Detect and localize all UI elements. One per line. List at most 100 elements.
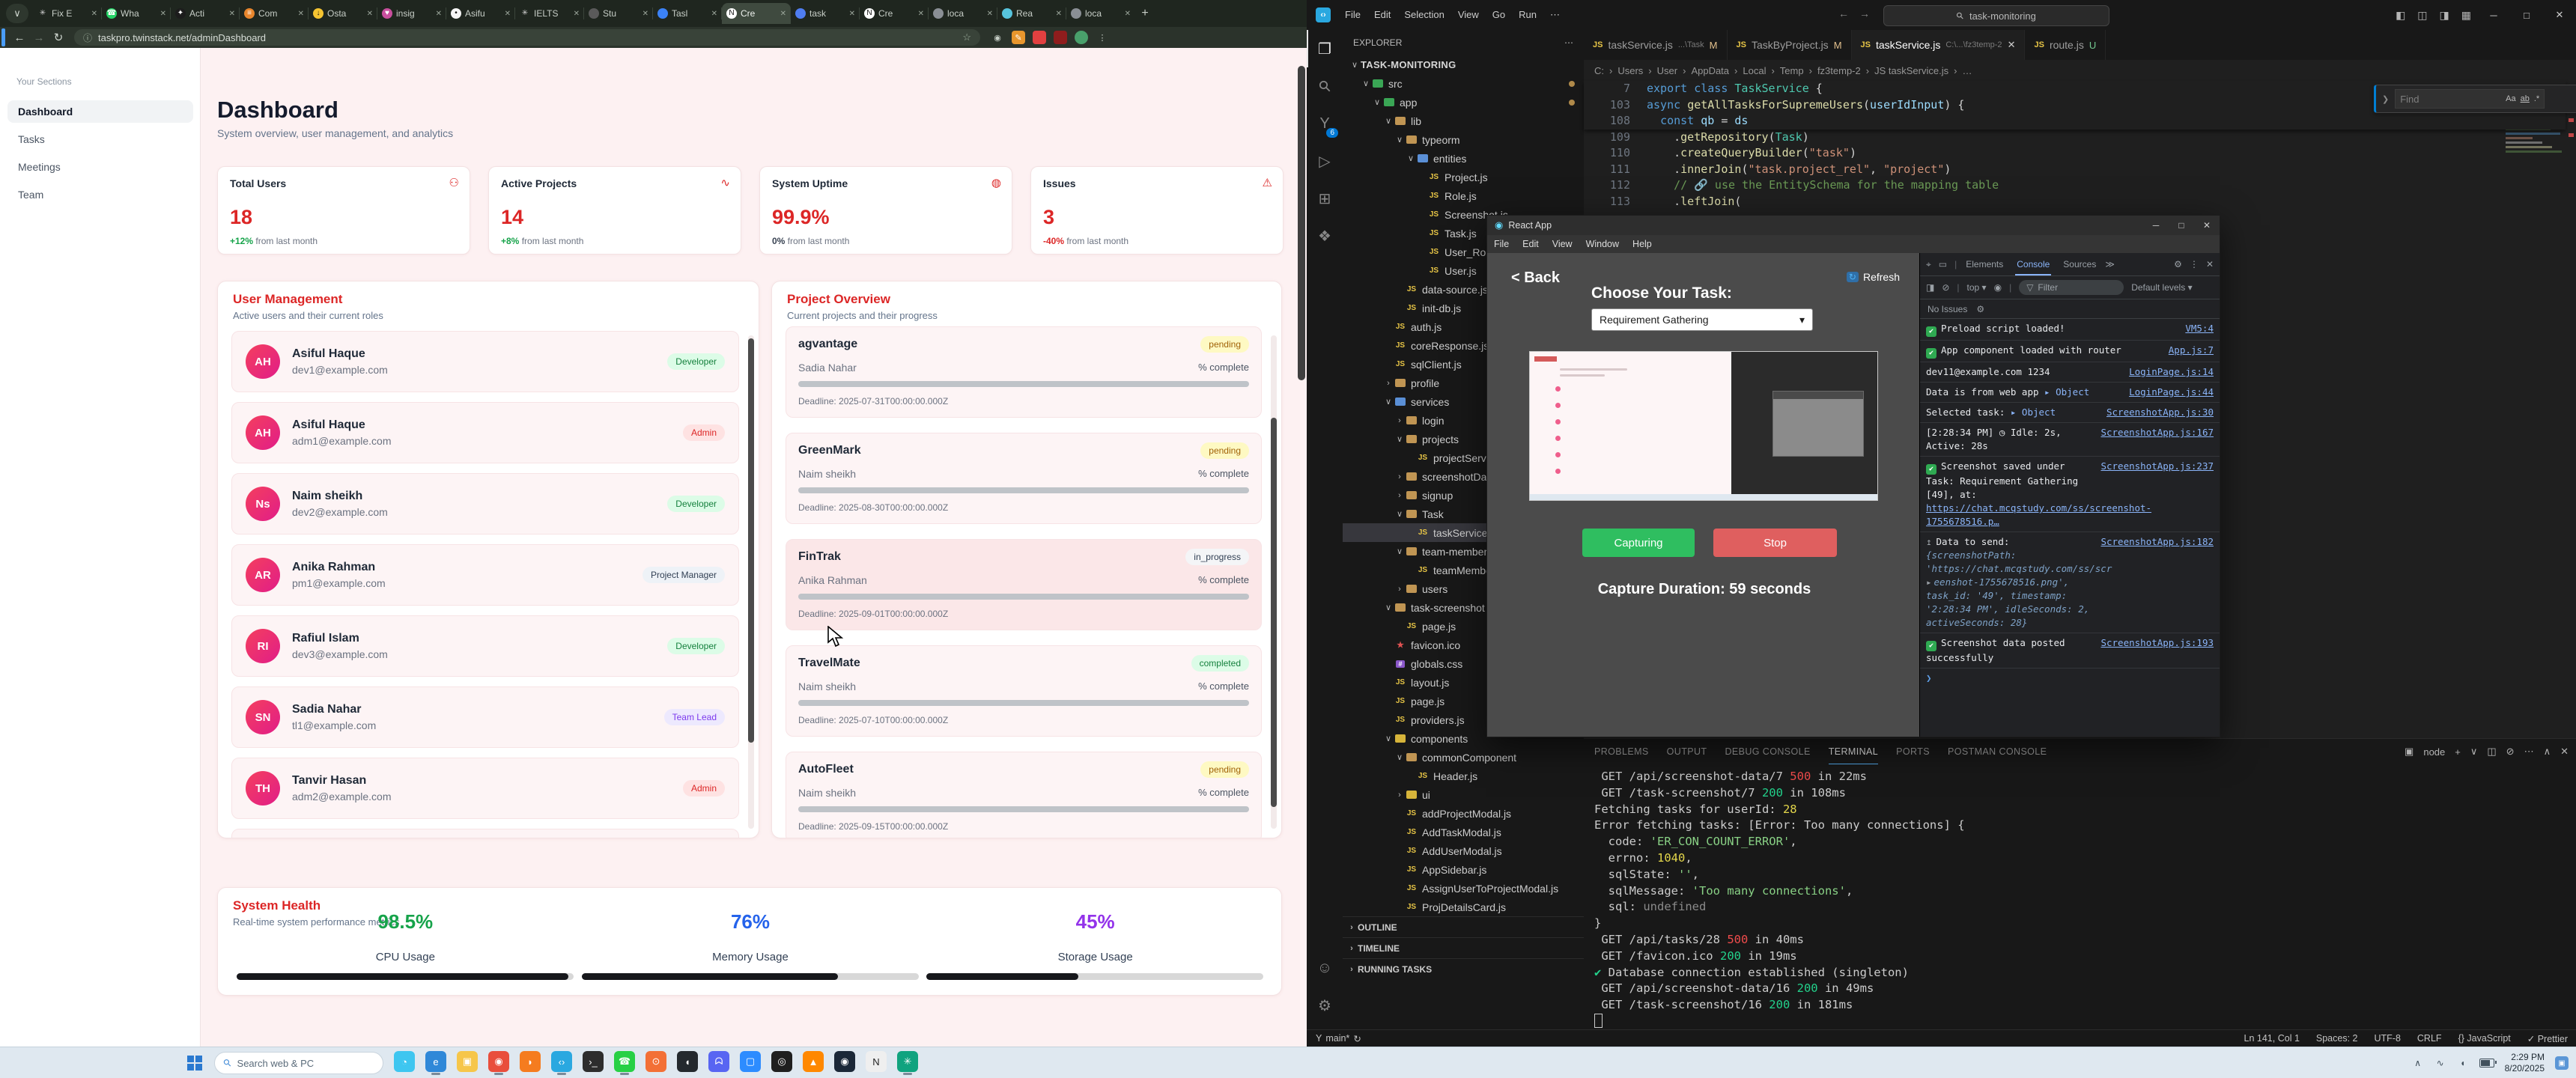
tree-item[interactable]: JSaddProjectModal.js	[1343, 804, 1584, 823]
taskbar-app-vlc[interactable]: ▲	[803, 1051, 824, 1072]
tab-close-button[interactable]: ✕	[987, 10, 993, 18]
source-link[interactable]: ScreenshotApp.js:193	[2100, 636, 2214, 650]
tab-close-button[interactable]: ✕	[505, 10, 511, 18]
terminal-dropdown-icon[interactable]: ∨	[2470, 746, 2478, 758]
battery-icon[interactable]	[2479, 1059, 2494, 1068]
sidebar-item-dashboard[interactable]: Dashboard	[7, 100, 193, 123]
panel-tab-output[interactable]: OUTPUT	[1667, 739, 1707, 764]
find-expand-icon[interactable]: ❯	[2382, 94, 2389, 104]
maximize-button[interactable]: □	[2510, 10, 2543, 21]
taskbar-app-firefox[interactable]: ◗	[520, 1051, 541, 1072]
branch-indicator[interactable]: Y main* ↻	[1316, 1033, 1361, 1044]
source-link[interactable]: LoginPage.js:14	[2129, 365, 2214, 379]
network-icon[interactable]: ∿	[2434, 1057, 2446, 1069]
tree-item[interactable]: JSProjDetailsCard.js	[1343, 898, 1584, 916]
refresh-button[interactable]: ↻ Refresh	[1847, 271, 1900, 283]
user-card[interactable]: AHAsiful Haquedev1@example.comDeveloper	[231, 331, 739, 392]
user-list-scrollbar[interactable]	[748, 335, 754, 829]
remote-explorer-icon[interactable]: ❖	[1307, 217, 1343, 255]
browser-tab[interactable]: loca✕	[929, 3, 997, 24]
tree-item[interactable]: ›ui	[1343, 785, 1584, 804]
source-link[interactable]: LoginPage.js:44	[2129, 386, 2214, 399]
taskbar-app-obs[interactable]: ◎	[771, 1051, 792, 1072]
status-item[interactable]: ✓ Prettier	[2527, 1033, 2568, 1044]
browser-tab[interactable]: ≡Com✕	[240, 3, 309, 24]
browser-tab[interactable]: ↓Osta✕	[309, 3, 377, 24]
menu-run[interactable]: Run	[1512, 9, 1543, 21]
stop-button[interactable]: Stop	[1713, 529, 1837, 557]
editor-tab[interactable]: JStaskService.js...\TaskM	[1584, 30, 1728, 60]
user-card[interactable]: ARAnika Rahmanpm1@example.comProject Man…	[231, 544, 739, 606]
sidebar-item-meetings[interactable]: Meetings	[7, 156, 193, 178]
tab-close-button[interactable]: ✕	[849, 10, 855, 18]
browser-tab[interactable]: Stu✕	[584, 3, 653, 24]
devtools-tab-console[interactable]: Console	[2015, 253, 2051, 275]
tab-close-button[interactable]: ✕	[574, 10, 580, 18]
minimize-button[interactable]: ─	[2143, 220, 2169, 231]
taskbar-app-whatsapp[interactable]: ☎	[614, 1051, 635, 1072]
forward-button[interactable]: →	[29, 31, 49, 44]
back-button[interactable]: ←	[10, 31, 29, 44]
terminal-profile-label[interactable]: node	[2423, 746, 2445, 758]
browser-tab[interactable]: NCre✕	[860, 3, 929, 24]
toggle-sidebar-icon[interactable]: ◧	[2396, 9, 2405, 22]
sidebar-item-tasks[interactable]: Tasks	[7, 128, 193, 150]
source-link[interactable]: ScreenshotApp.js:182	[2100, 535, 2214, 549]
project-card[interactable]: FinTrakin_progressAnika Rahman% complete…	[786, 539, 1262, 630]
status-item[interactable]: {} JavaScript	[2458, 1033, 2511, 1044]
status-item[interactable]: CRLF	[2417, 1033, 2442, 1044]
source-link[interactable]: ScreenshotApp.js:167	[2100, 426, 2214, 439]
settings-gear-icon[interactable]: ⚙	[2174, 259, 2182, 270]
reload-button[interactable]: ↻	[49, 31, 68, 44]
panel-tab-ports[interactable]: PORTS	[1896, 739, 1930, 764]
menu-file[interactable]: File	[1338, 9, 1367, 21]
console-prompt[interactable]: ❯	[1920, 669, 2220, 687]
browser-tab[interactable]: •Asifu✕	[446, 3, 515, 24]
browser-tab[interactable]: task✕	[791, 3, 860, 24]
project-card[interactable]: TravelMatecompletedNaim sheikh% complete…	[786, 645, 1262, 737]
reader-eye-icon[interactable]: ◉	[991, 31, 1004, 44]
profile-avatar[interactable]	[1075, 31, 1088, 44]
taskbar-app-zoom[interactable]: ▢	[740, 1051, 761, 1072]
device-toolbar-icon[interactable]: ▭	[1939, 259, 1947, 270]
match-case-icon[interactable]: Aa	[2506, 94, 2515, 103]
editor-tab[interactable]: JStaskService.jsC:\...\fz3temp-2✕	[1852, 30, 2026, 60]
maximize-panel-icon[interactable]: ∧	[2544, 746, 2551, 758]
console-url-link[interactable]: https://chat.mcqstudy.com/ss/screenshot-…	[1926, 502, 2094, 529]
menu-go[interactable]: Go	[1486, 9, 1512, 21]
more-tabs-icon[interactable]: ≫	[2105, 259, 2115, 270]
tab-close-button[interactable]: ✕	[298, 10, 304, 18]
project-card[interactable]: agvantagependingSadia Nahar% completeDea…	[786, 326, 1262, 418]
tab-close-button[interactable]: ✕	[1125, 10, 1131, 18]
toggle-panel-icon[interactable]: ◫	[2417, 9, 2427, 22]
browser-tab[interactable]: loca✕	[1066, 3, 1135, 24]
regex-icon[interactable]: .*	[2534, 94, 2539, 103]
tree-item[interactable]: ∨lib	[1343, 112, 1584, 130]
tab-close-button[interactable]: ✕	[1056, 10, 1062, 18]
breadcrumb-item[interactable]: Local	[1743, 65, 1766, 76]
section-outline[interactable]: ›OUTLINE	[1343, 916, 1584, 937]
project-card[interactable]: GreenMarkpendingNaim sheikh% completeDea…	[786, 433, 1262, 524]
react-menu-help[interactable]: Help	[1626, 239, 1659, 249]
tree-item[interactable]: JSAddTaskModal.js	[1343, 823, 1584, 841]
close-panel-icon[interactable]: ✕	[2560, 746, 2569, 758]
tab-search-dropdown[interactable]: ∨	[6, 4, 28, 23]
taskbar-app-postman[interactable]: ⊙	[645, 1051, 666, 1072]
page-scrollbar[interactable]	[1298, 66, 1305, 380]
settings-gear-icon[interactable]: ⚙	[1307, 987, 1343, 1024]
menu-selection[interactable]: Selection	[1397, 9, 1450, 21]
tab-close-button[interactable]: ✕	[436, 10, 442, 18]
react-menu-window[interactable]: Window	[1579, 239, 1626, 249]
react-menu-view[interactable]: View	[1546, 239, 1579, 249]
status-item[interactable]: UTF-8	[2374, 1033, 2400, 1044]
devtools-menu-icon[interactable]: ⋮	[2190, 259, 2199, 270]
editor-tab[interactable]: JSTaskByProject.jsM	[1728, 30, 1852, 60]
user-card[interactable]: NsNaim sheikhdev2@example.comDeveloper	[231, 473, 739, 535]
browser-tab[interactable]: NCre✕	[722, 3, 791, 24]
tab-close-button[interactable]: ✕	[160, 10, 166, 18]
nav-back-icon[interactable]: ←	[1838, 7, 1849, 19]
volume-icon[interactable]: ◖	[2457, 1057, 2469, 1069]
source-link[interactable]: App.js:7	[2169, 344, 2214, 357]
tree-item[interactable]: ∨typeorm	[1343, 130, 1584, 149]
source-link[interactable]: ScreenshotApp.js:30	[2106, 406, 2214, 419]
